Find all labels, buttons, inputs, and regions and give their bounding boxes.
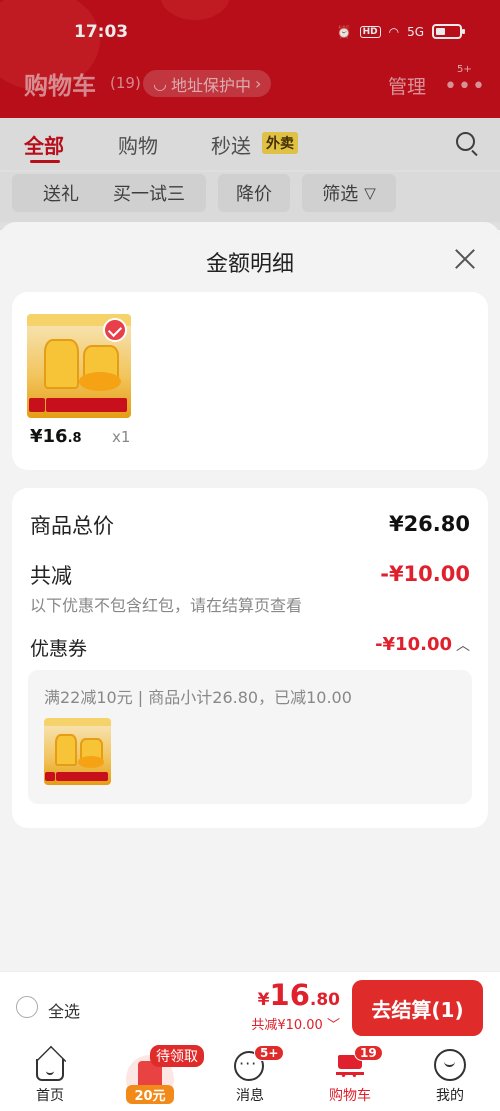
product-price: ¥16.8 <box>30 426 82 447</box>
coupon-label: 优惠券 <box>30 638 88 660</box>
discount-label: 共减 <box>30 564 72 588</box>
nav-home[interactable]: 首页 <box>0 1041 100 1111</box>
sheet-title: 金额明细 <box>205 252 294 277</box>
nav-me-label: 我的 <box>436 1088 464 1104</box>
coupon-detail-box: 满22减10元 | 商品小计26.80，已减10.00 <box>28 670 472 804</box>
overlay-dim <box>0 0 500 230</box>
discount-summary[interactable]: 共减¥10.00 ﹀ <box>251 1014 340 1033</box>
checkmark-icon <box>103 318 127 342</box>
nav-home-label: 首页 <box>36 1088 64 1104</box>
discount-note: 以下优惠不包含红包，请在结算页查看 <box>30 596 303 615</box>
chevron-up-icon: ︿ <box>456 637 470 654</box>
nav-cart-label: 购物车 <box>329 1088 371 1104</box>
home-icon <box>36 1059 64 1081</box>
messages-badge: 5+ <box>254 1045 285 1061</box>
nav-me[interactable]: 我的 <box>400 1041 500 1111</box>
select-all-label[interactable]: 全选 <box>48 998 80 1022</box>
cart-badge: 19 <box>354 1045 383 1061</box>
chevron-down-icon: ﹀ <box>326 1018 340 1033</box>
select-all-radio[interactable] <box>16 996 38 1018</box>
to-claim-badge: 待领取 <box>150 1045 204 1067</box>
total-label: 商品总价 <box>30 514 114 538</box>
product-card: ¥16.8 x1 <box>12 292 488 470</box>
coupon-product-image <box>44 718 111 785</box>
coupon-value: -¥10.00 <box>375 634 452 655</box>
nav-messages-label: 消息 <box>236 1088 264 1104</box>
price-summary-card: 商品总价 ¥26.80 共减 -¥10.00 以下优惠不包含红包，请在结算页查看… <box>12 488 488 828</box>
close-icon[interactable] <box>452 246 478 272</box>
discount-value: -¥10.00 <box>380 562 470 586</box>
checkout-bar: 全选 ¥16.80 共减¥10.00 ﹀ 去结算(1) <box>0 971 500 1041</box>
coupon-detail: 满22减10元 | 商品小计26.80，已减10.00 <box>44 688 352 707</box>
total-price: ¥16.80 <box>257 978 340 1012</box>
red-packet-amount: 20元 <box>126 1085 174 1104</box>
checkout-button[interactable]: 去结算(1) <box>352 980 483 1036</box>
profile-icon <box>434 1049 466 1081</box>
product-quantity: x1 <box>112 428 131 446</box>
nav-cart[interactable]: 购物车 <box>300 1041 400 1111</box>
bottom-tab-bar: 首页 20元 待领取 消息 5+ 购物车 19 我的 <box>0 1041 500 1111</box>
coupon-toggle[interactable]: -¥10.00 ︿ <box>375 634 470 655</box>
total-value: ¥26.80 <box>388 512 470 536</box>
nav-messages[interactable]: 消息 <box>200 1041 300 1111</box>
product-image[interactable] <box>27 314 131 418</box>
